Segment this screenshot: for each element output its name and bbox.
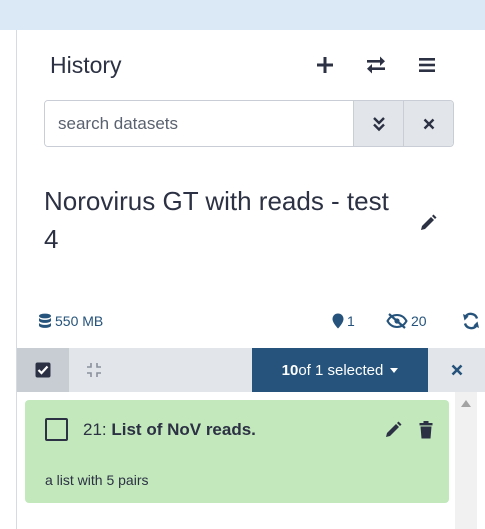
deleted-count: 1 — [347, 313, 355, 329]
close-icon — [423, 118, 434, 129]
checked-square-icon — [35, 362, 51, 378]
map-marker-icon — [332, 313, 344, 329]
deleted-filter[interactable]: 1 — [332, 308, 355, 334]
close-icon — [451, 364, 463, 376]
hidden-count: 20 — [411, 313, 427, 329]
edit-history-button[interactable] — [413, 208, 443, 238]
double-chevron-down-icon — [372, 116, 385, 131]
history-options-button[interactable] — [412, 50, 442, 80]
item-description: a list with 5 pairs — [45, 472, 149, 488]
dataset-list: 21: List of NoV reads. a list with 5 pai… — [17, 392, 485, 529]
refresh-button[interactable] — [462, 308, 483, 334]
hidden-filter[interactable]: 20 — [386, 308, 427, 334]
database-icon — [39, 313, 51, 328]
history-header: History — [50, 50, 450, 80]
select-all-button[interactable] — [17, 348, 69, 392]
center-panel-edge — [0, 30, 17, 529]
search-group — [44, 100, 454, 147]
history-panel: History search datasets Norovirus GT wit… — [17, 30, 485, 529]
selection-count: 10 — [281, 361, 299, 379]
advanced-search-toggle[interactable] — [353, 101, 403, 146]
list-item[interactable]: 21: List of NoV reads. a list with 5 pai… — [25, 400, 449, 503]
trash-icon — [419, 421, 433, 439]
list-scrollbar[interactable] — [455, 392, 477, 529]
selection-dropdown[interactable]: 10 of 1 selected — [252, 348, 428, 392]
edit-item-button[interactable] — [380, 416, 406, 444]
selection-label: of 1 selected — [298, 361, 384, 379]
clear-search-button[interactable] — [403, 101, 453, 146]
history-stats: 550 MB 1 20 — [34, 308, 479, 334]
masthead-band — [0, 0, 485, 30]
scroll-up-arrow-icon[interactable] — [461, 400, 471, 407]
caret-down-icon — [390, 367, 399, 373]
history-name[interactable]: Norovirus GT with reads - test 4 — [44, 182, 404, 258]
item-title[interactable]: 21: List of NoV reads. — [83, 418, 256, 442]
plus-icon — [317, 57, 333, 73]
panel-title: History — [50, 52, 122, 78]
exchange-icon — [367, 56, 385, 74]
item-name: List of NoV reads. — [111, 420, 256, 439]
eye-slash-icon — [386, 313, 408, 329]
switch-history-button[interactable] — [361, 50, 391, 80]
clear-selection-button[interactable] — [437, 348, 477, 392]
size-label: 550 MB — [55, 313, 104, 329]
compress-icon — [87, 363, 101, 377]
search-input[interactable] — [45, 101, 353, 146]
bars-icon — [419, 58, 435, 72]
sync-icon — [463, 312, 479, 330]
delete-item-button[interactable] — [413, 416, 439, 444]
history-size[interactable]: 550 MB — [38, 308, 103, 334]
item-hid: 21: — [83, 420, 107, 439]
selection-bar: 10 of 1 selected — [17, 348, 485, 392]
create-history-button[interactable] — [310, 50, 340, 80]
pencil-icon — [386, 421, 402, 437]
collapse-expanded-button[interactable] — [79, 348, 109, 392]
pencil-icon — [421, 214, 437, 230]
item-checkbox[interactable] — [45, 418, 68, 441]
